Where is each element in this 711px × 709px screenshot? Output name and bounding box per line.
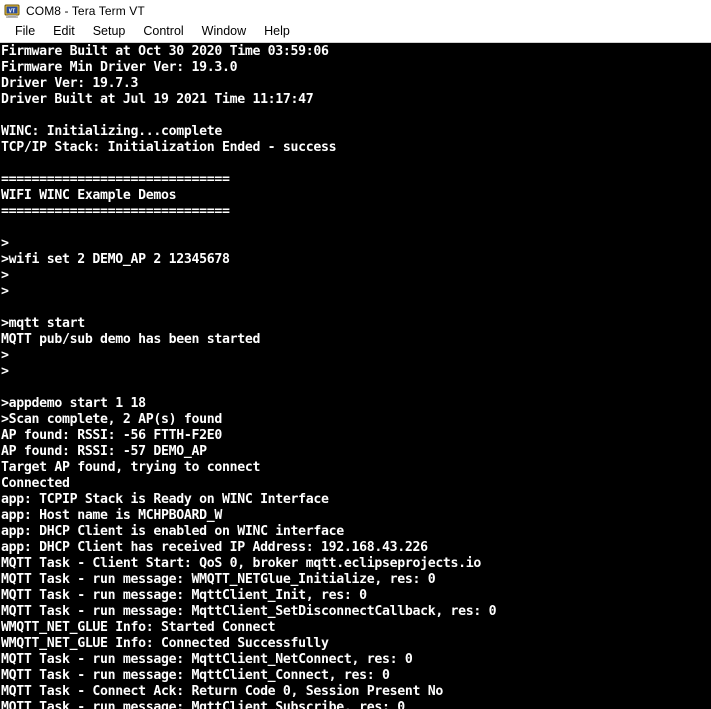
menu-item-control[interactable]: Control [134,22,192,41]
terminal-line: >mqtt start [1,316,85,331]
terminal-line: MQTT Task - Client Start: QoS 0, broker … [1,556,482,571]
terminal-line: >wifi set 2 DEMO_AP 2 12345678 [1,252,230,267]
terminal-line: app: Host name is MCHPBOARD_W [1,508,222,523]
title-bar[interactable]: VT COM8 - Tera Term VT [0,0,711,21]
menu-bar: File Edit Setup Control Window Help [0,21,711,43]
terminal-line: > [1,284,9,299]
teraterm-vt-icon: VT [4,3,20,19]
terminal-line: AP found: RSSI: -57 DEMO_AP [1,444,207,459]
teraterm-window: VT COM8 - Tera Term VT File Edit Setup C… [0,0,711,709]
menu-item-edit[interactable]: Edit [44,22,84,41]
menu-item-help[interactable]: Help [255,22,299,41]
terminal-line: ============================== [1,204,230,219]
terminal-line: >appdemo start 1 18 [1,396,146,411]
terminal-screen[interactable]: Firmware Built at Oct 30 2020 Time 03:59… [0,43,711,709]
terminal-line: MQTT Task - run message: MqttClient_Subs… [1,700,405,709]
terminal-line: > [1,236,9,251]
terminal-line: MQTT Task - run message: MqttClient_Init… [1,588,367,603]
terminal-line: > [1,364,9,379]
terminal-line: WMQTT_NET_GLUE Info: Connected Successfu… [1,636,329,651]
menu-item-setup[interactable]: Setup [84,22,135,41]
terminal-line: app: DHCP Client is enabled on WINC inte… [1,524,344,539]
terminal-line: MQTT Task - Connect Ack: Return Code 0, … [1,684,443,699]
terminal-line: Driver Built at Jul 19 2021 Time 11:17:4… [1,92,314,107]
terminal-line: AP found: RSSI: -56 FTTH-F2E0 [1,428,222,443]
terminal-line: Firmware Built at Oct 30 2020 Time 03:59… [1,44,329,59]
terminal-line: TCP/IP Stack: Initialization Ended - suc… [1,140,337,155]
terminal-output: Firmware Built at Oct 30 2020 Time 03:59… [0,43,711,709]
terminal-line: MQTT Task - run message: WMQTT_NETGlue_I… [1,572,436,587]
menu-item-file[interactable]: File [6,22,44,41]
window-title: COM8 - Tera Term VT [26,3,145,18]
terminal-line: > [1,348,9,363]
menu-item-window[interactable]: Window [193,22,255,41]
terminal-line: Firmware Min Driver Ver: 19.3.0 [1,60,238,75]
terminal-line: WINC: Initializing...complete [1,124,222,139]
terminal-line: Target AP found, trying to connect [1,460,261,475]
terminal-line: app: TCPIP Stack is Ready on WINC Interf… [1,492,329,507]
terminal-line: MQTT Task - run message: MqttClient_NetC… [1,652,413,667]
terminal-line: WMQTT_NET_GLUE Info: Started Connect [1,620,276,635]
terminal-line: app: DHCP Client has received IP Address… [1,540,428,555]
terminal-line: Driver Ver: 19.7.3 [1,76,139,91]
terminal-line: MQTT pub/sub demo has been started [1,332,261,347]
terminal-line: MQTT Task - run message: MqttClient_Conn… [1,668,390,683]
terminal-line: MQTT Task - run message: MqttClient_SetD… [1,604,497,619]
terminal-line: Connected [1,476,70,491]
terminal-line: > [1,268,9,283]
terminal-line: WIFI WINC Example Demos [1,188,177,203]
svg-text:VT: VT [9,8,16,14]
terminal-line: >Scan complete, 2 AP(s) found [1,412,222,427]
terminal-line: ============================== [1,172,230,187]
